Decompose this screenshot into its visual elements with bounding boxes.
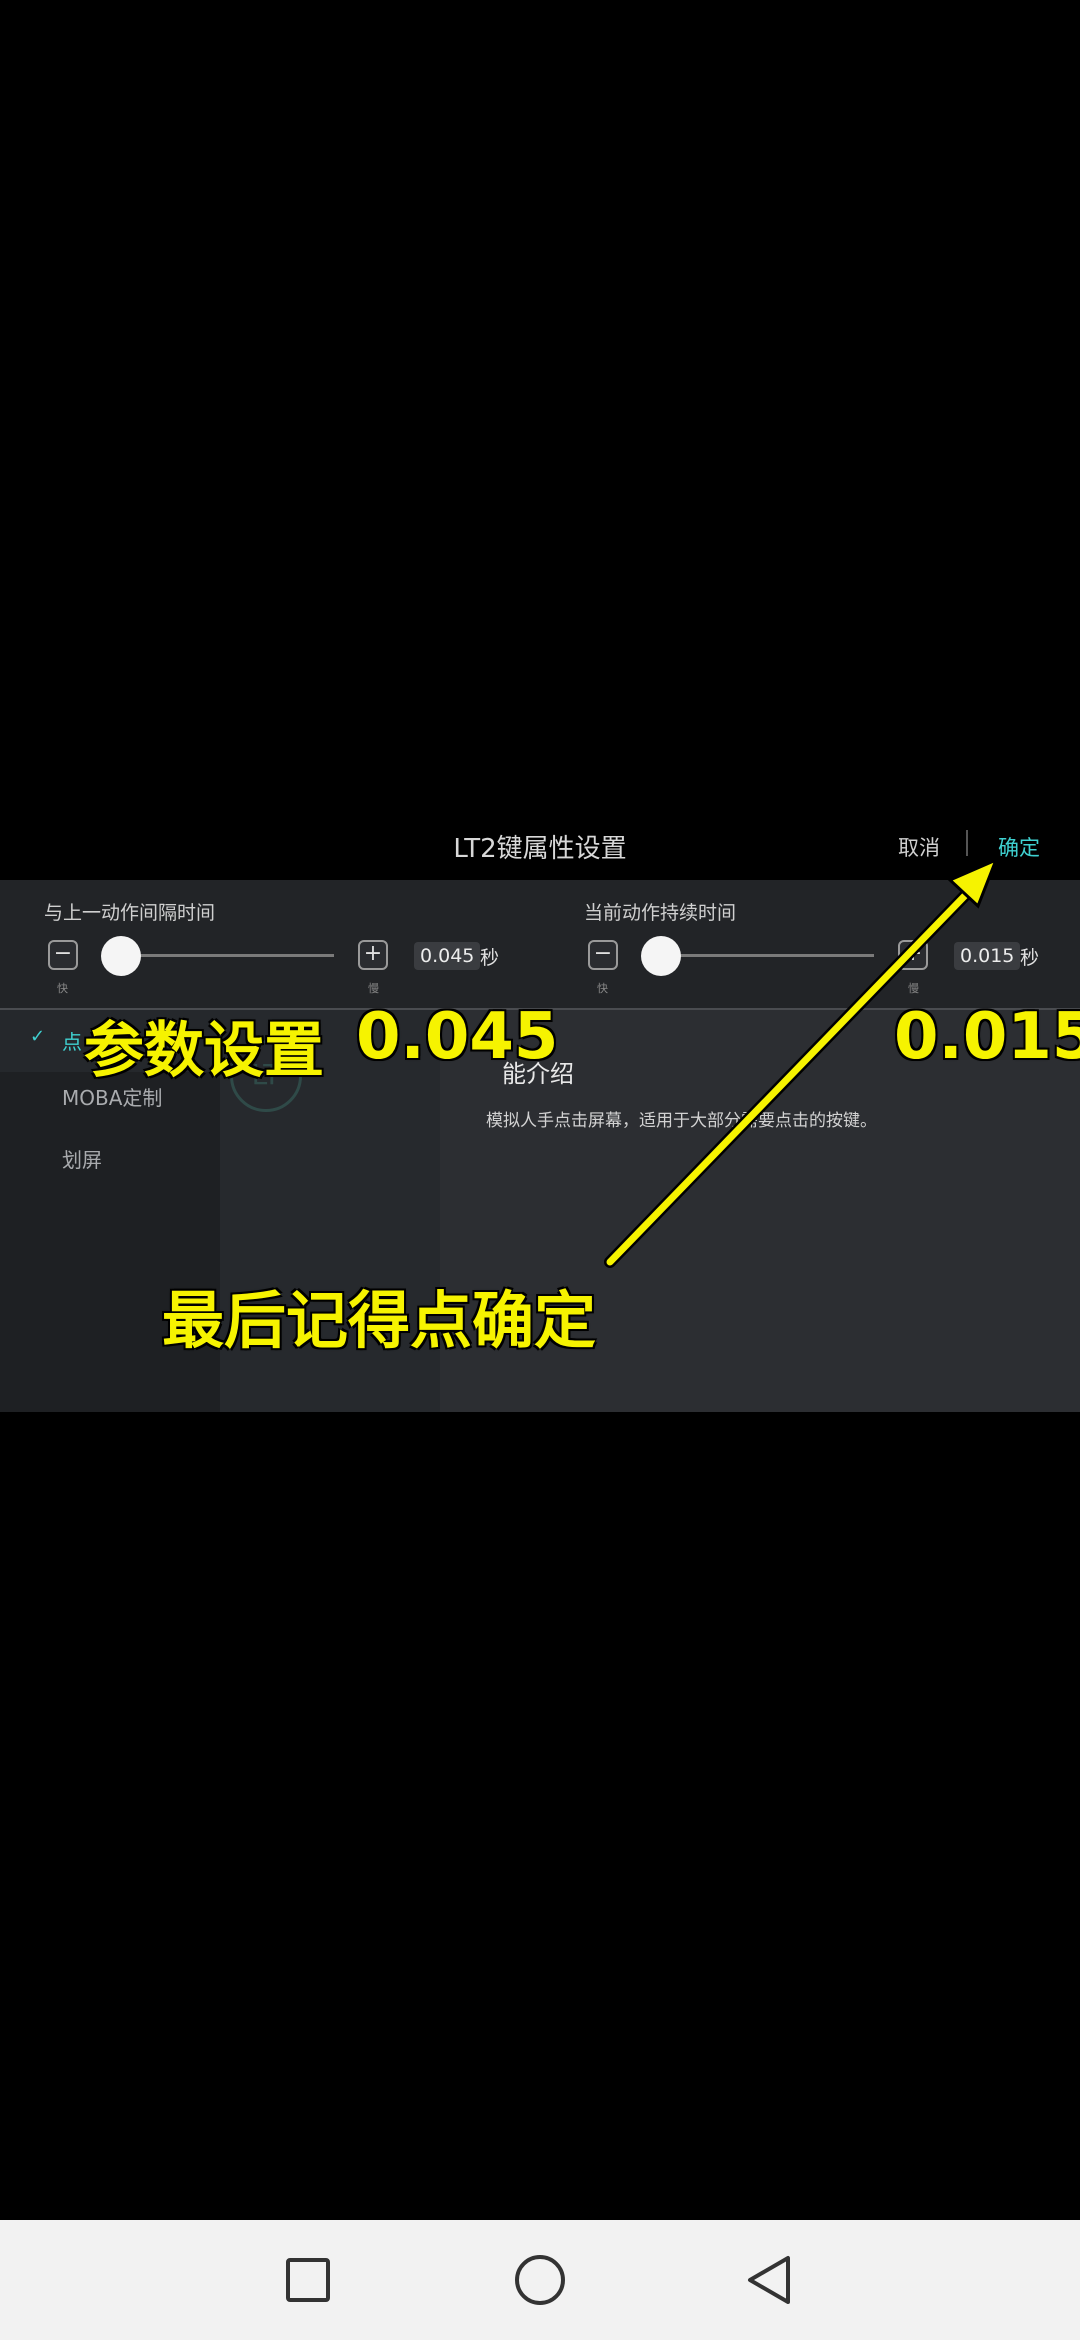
check-icon: ✓ [30,1026,46,1047]
system-nav-bar [0,2220,1080,2340]
menu-item-tap[interactable]: 点 [62,1026,82,1055]
confirm-button[interactable]: 确定 [998,832,1040,862]
triangle-back-icon[interactable] [730,2240,810,2320]
duration-label: 当前动作持续时间 [584,902,737,924]
caption-reminder: 最后记得点确定 [162,1284,597,1357]
description-text: 模拟人手点击屏幕，适用于大部分需要点击的按键。 [486,1111,877,1131]
interval-minus-button[interactable]: − [48,940,78,970]
cancel-button[interactable]: 取消 [898,832,940,862]
divider [966,830,968,856]
caption-params: 参数设置 [84,1016,324,1086]
square-icon[interactable] [268,2240,348,2320]
circle-icon[interactable] [500,2240,580,2320]
interval-slider-knob[interactable] [100,936,141,976]
interval-value-field[interactable]: 0.045 [414,942,481,970]
caption-value-right: 0.015 [894,1000,1080,1074]
caption-value-left: 0.045 [356,1000,559,1074]
params-row: 与上一动作间隔时间 − 快 + 慢 0.045 秒 当前动作持续时间 − 快 +… [0,880,1080,1010]
duration-fast-hint: 快 [597,982,608,995]
screen: LT2键属性设置 取消 确定 与上一动作间隔时间 − 快 + 慢 0.045 秒… [0,0,1080,2340]
duration-plus-button[interactable]: + [898,940,928,970]
interval-unit: 秒 [480,947,500,969]
duration-slider-knob[interactable] [640,936,681,976]
interval-fast-hint: 快 [57,982,68,995]
interval-plus-button[interactable]: + [358,940,388,970]
menu-item-swipe[interactable]: 划屏 [62,1144,102,1173]
duration-minus-button[interactable]: − [588,940,618,970]
duration-value-field[interactable]: 0.015 [954,942,1021,970]
interval-label: 与上一动作间隔时间 [44,902,216,924]
interval-slow-hint: 慢 [368,982,379,995]
duration-unit: 秒 [1020,947,1040,969]
duration-slow-hint: 慢 [908,982,919,995]
dialog-header: LT2键属性设置 取消 确定 [0,810,1080,880]
